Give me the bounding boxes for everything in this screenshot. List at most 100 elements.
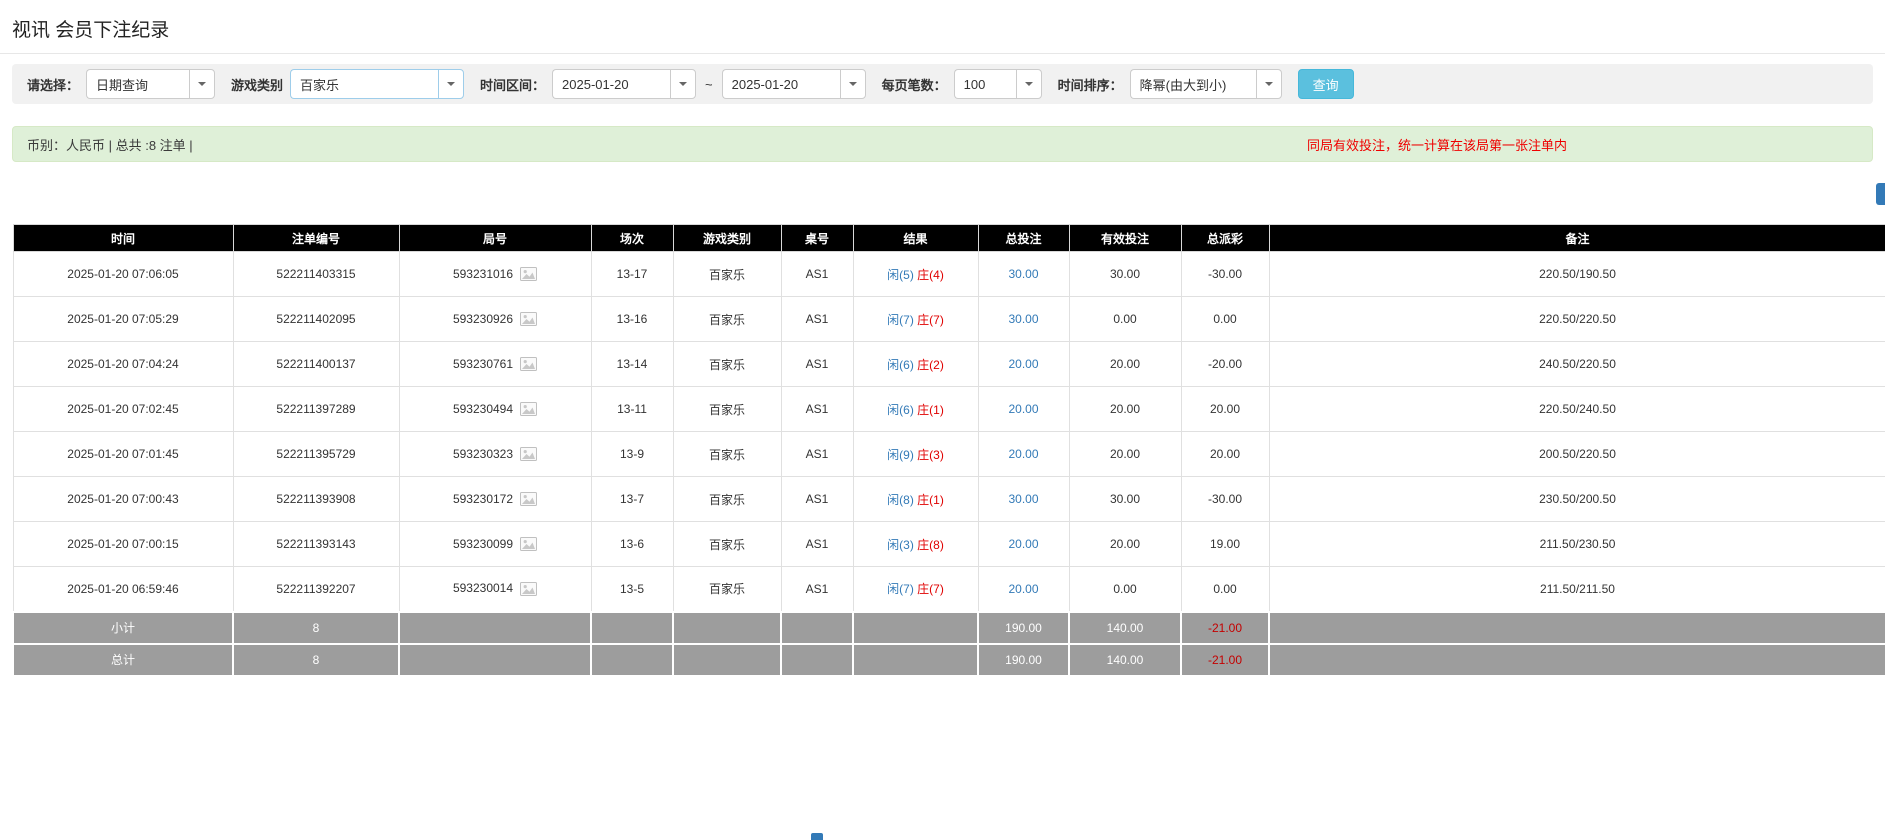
roadmap-image-icon[interactable] [520, 492, 538, 507]
filter-bar: 请选择： 游戏类别 时间区间： ~ 每页笔数： 时间排序： 查询 [12, 64, 1873, 104]
total-row-payout: -21.00 [1180, 642, 1270, 677]
subtotal-row-total-bet: 190.00 [977, 610, 1070, 645]
result-banker: 庄(2) [917, 357, 944, 372]
table-row: 2025-01-20 06:59:46 522211392207 593230014… [12, 566, 1885, 612]
total-bet-link[interactable]: 20.00 [1008, 447, 1038, 461]
clipped-pagination-button[interactable] [811, 833, 823, 840]
date-range-separator: ~ [705, 76, 713, 92]
cell-session: 13-9 [590, 431, 674, 477]
date-to-dropdown-button[interactable] [839, 69, 866, 99]
chevron-down-icon [1264, 82, 1273, 86]
cell-note: 230.50/200.50 [1268, 476, 1885, 522]
date-from-dropdown-button[interactable] [670, 69, 697, 99]
cell-session: 13-7 [590, 476, 674, 522]
cell-round: 593230761 [398, 341, 592, 387]
cell-time: 2025-01-20 07:04:24 [12, 341, 234, 387]
table-row: 2025-01-20 07:00:15 522211393143 593230099… [12, 521, 1885, 567]
date-from-combo [552, 69, 697, 99]
result-banker: 庄(1) [917, 492, 944, 507]
time-sort-combo [1129, 69, 1282, 99]
table-row: 2025-01-20 07:02:45 522211397289 593230494… [12, 386, 1885, 432]
result-player: 闲(5) [887, 267, 914, 282]
time-sort-input[interactable] [1129, 69, 1256, 99]
cell-round: 593230323 [398, 431, 592, 477]
total-bet-link[interactable]: 30.00 [1008, 492, 1038, 506]
cell-payout: -30.00 [1180, 476, 1270, 522]
roadmap-image-icon[interactable] [520, 537, 538, 552]
cell-game-type: 百家乐 [672, 431, 782, 477]
total-bet-link[interactable]: 30.00 [1008, 312, 1038, 326]
roadmap-image-icon[interactable] [520, 357, 538, 372]
total-bet-link[interactable]: 20.00 [1008, 402, 1038, 416]
roadmap-image-icon[interactable] [520, 582, 538, 597]
result-player: 闲(7) [887, 582, 914, 597]
header-payout: 总派彩 [1180, 224, 1270, 252]
total-bet-link[interactable]: 20.00 [1008, 582, 1038, 596]
roadmap-image-icon[interactable] [520, 267, 538, 282]
subtotal-row: 小计 8 190.00 140.00 -21.00 [12, 610, 1885, 645]
roadmap-image-icon[interactable] [520, 402, 538, 417]
roadmap-image-icon[interactable] [520, 312, 538, 327]
cell-game-type: 百家乐 [672, 476, 782, 522]
subtotal-row-count: 8 [232, 610, 400, 645]
date-from-input[interactable] [552, 69, 671, 99]
cell-payout: -30.00 [1180, 251, 1270, 297]
cell-total-bet: 20.00 [977, 341, 1070, 387]
total-row-valid-bet: 140.00 [1068, 642, 1182, 677]
cell-round: 593230494 [398, 386, 592, 432]
result-player: 闲(9) [887, 447, 914, 462]
header-total-bet: 总投注 [977, 224, 1070, 252]
roadmap-image-icon[interactable] [520, 447, 538, 462]
cell-game-type: 百家乐 [672, 251, 782, 297]
cell-valid-bet: 0.00 [1068, 566, 1182, 612]
cell-table-no: AS1 [780, 431, 854, 477]
subtotal-row-valid-bet: 140.00 [1068, 610, 1182, 645]
table-row: 2025-01-20 07:00:43 522211393908 593230172… [12, 476, 1885, 522]
cell-round: 593230926 [398, 296, 592, 342]
query-type-dropdown-button[interactable] [189, 69, 216, 99]
subtotal-row-empty-cell [590, 610, 674, 645]
cell-time: 2025-01-20 07:00:15 [12, 521, 234, 567]
result-player: 闲(8) [887, 492, 914, 507]
cell-result: 闲(5) 庄(4) [852, 251, 979, 297]
per-page-input[interactable] [953, 69, 1016, 99]
clipped-right-button[interactable] [1876, 183, 1885, 205]
subtotal-row-empty-cell [852, 610, 979, 645]
per-page-dropdown-button[interactable] [1015, 69, 1042, 99]
cell-round: 593230099 [398, 521, 592, 567]
cell-payout: -20.00 [1180, 341, 1270, 387]
per-page-combo [953, 69, 1042, 99]
subtotal-row-empty-cell [780, 610, 854, 645]
cell-payout: 19.00 [1180, 521, 1270, 567]
query-type-combo [86, 69, 216, 99]
per-page-label: 每页笔数： [881, 77, 947, 93]
total-bet-link[interactable]: 20.00 [1008, 537, 1038, 551]
total-bet-link[interactable]: 30.00 [1008, 267, 1038, 281]
game-type-dropdown-button[interactable] [438, 69, 465, 99]
date-to-input[interactable] [721, 69, 840, 99]
total-row-empty-cell [780, 642, 854, 677]
cell-valid-bet: 20.00 [1068, 341, 1182, 387]
bet-records-table-wrap: 时间 注单编号 局号 场次 游戏类别 桌号 结果 总投注 有效投注 总派彩 备注… [0, 224, 1885, 677]
cell-note: 220.50/220.50 [1268, 296, 1885, 342]
header-bet-id: 注单编号 [232, 224, 400, 252]
result-banker: 庄(8) [917, 537, 944, 552]
cell-note: 211.50/230.50 [1268, 521, 1885, 567]
subtotal-row-empty-cell [1268, 610, 1885, 645]
cell-time: 2025-01-20 07:01:45 [12, 431, 234, 477]
cell-table-no: AS1 [780, 341, 854, 387]
cell-note: 220.50/240.50 [1268, 386, 1885, 432]
cell-session: 13-5 [590, 566, 674, 612]
time-sort-dropdown-button[interactable] [1255, 69, 1282, 99]
game-type-input[interactable] [290, 69, 439, 99]
round-number: 593230014 [452, 581, 514, 596]
query-type-input[interactable] [86, 69, 190, 99]
search-button[interactable]: 查询 [1297, 69, 1354, 99]
cell-table-no: AS1 [780, 566, 854, 612]
header-row: 时间 注单编号 局号 场次 游戏类别 桌号 结果 总投注 有效投注 总派彩 备注 [12, 224, 1885, 252]
cell-game-type: 百家乐 [672, 341, 782, 387]
total-row-count: 8 [232, 642, 400, 677]
total-bet-link[interactable]: 20.00 [1008, 357, 1038, 371]
game-type-label: 游戏类别 [231, 77, 284, 93]
table-header: 时间 注单编号 局号 场次 游戏类别 桌号 结果 总投注 有效投注 总派彩 备注 [12, 224, 1885, 252]
